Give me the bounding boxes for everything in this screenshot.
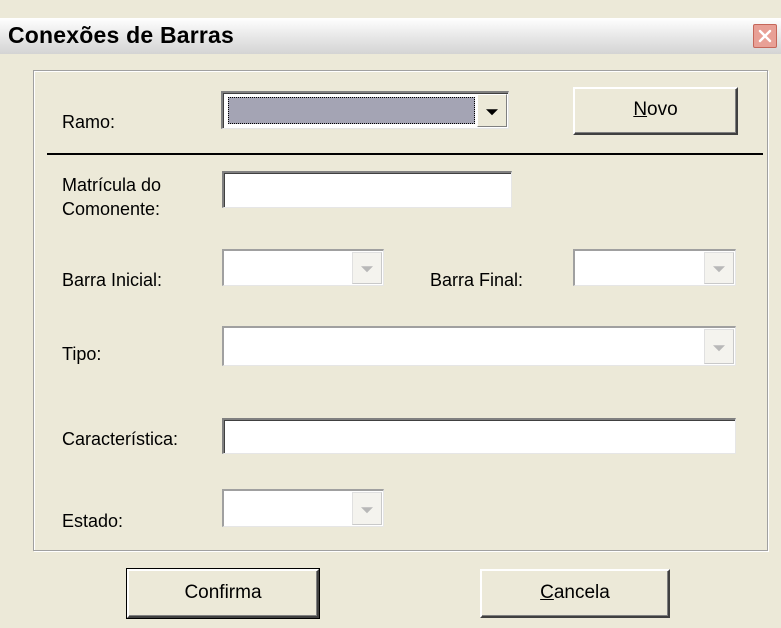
barra-final-dropdown-button[interactable] (704, 252, 734, 284)
ramo-label: Ramo: (62, 112, 116, 132)
barra-inicial-combobox[interactable] (222, 249, 384, 286)
chevron-down-icon (713, 266, 725, 273)
matricula-label-line1: Matrícula do (62, 175, 162, 195)
chevron-down-icon (713, 344, 725, 351)
close-button[interactable] (753, 24, 777, 48)
close-icon (758, 29, 772, 43)
estado-label: Estado: (62, 511, 124, 531)
chevron-down-icon (361, 506, 373, 513)
tipo-combobox[interactable] (222, 326, 736, 366)
barra-inicial-dropdown-button[interactable] (352, 252, 382, 284)
barra-final-label: Barra Final: (430, 270, 524, 290)
tipo-label: Tipo: (62, 344, 102, 364)
dialog-window: Conexões de Barras Ramo: Novo Matrícula … (0, 0, 781, 628)
caracteristica-input[interactable] (222, 418, 736, 454)
form-group-box (33, 70, 768, 551)
estado-dropdown-button[interactable] (352, 492, 382, 525)
chevron-down-icon (361, 266, 373, 273)
chevron-down-icon (486, 108, 498, 115)
barra-final-combobox[interactable] (573, 249, 736, 286)
ramo-dropdown-button[interactable] (477, 94, 507, 127)
caracteristica-label: Característica: (62, 429, 179, 449)
matricula-input[interactable] (222, 171, 512, 208)
cancela-button[interactable]: Cancela (480, 569, 670, 618)
form-separator (47, 153, 763, 155)
title-bar[interactable]: Conexões de Barras (0, 18, 781, 54)
ramo-combobox[interactable] (221, 91, 509, 129)
window-title: Conexões de Barras (8, 22, 235, 48)
confirma-button[interactable]: Confirma (126, 568, 320, 619)
estado-combobox[interactable] (222, 489, 384, 527)
cancela-button-label: Cancela (540, 582, 610, 603)
ramo-selection (228, 97, 475, 124)
tipo-dropdown-button[interactable] (704, 329, 734, 364)
novo-button[interactable]: Novo (573, 87, 738, 135)
confirma-button-label: Confirma (184, 582, 262, 603)
matricula-label-line2: Comonente: (62, 199, 161, 219)
novo-button-label: Novo (633, 99, 678, 120)
barra-inicial-label: Barra Inicial: (62, 270, 163, 290)
